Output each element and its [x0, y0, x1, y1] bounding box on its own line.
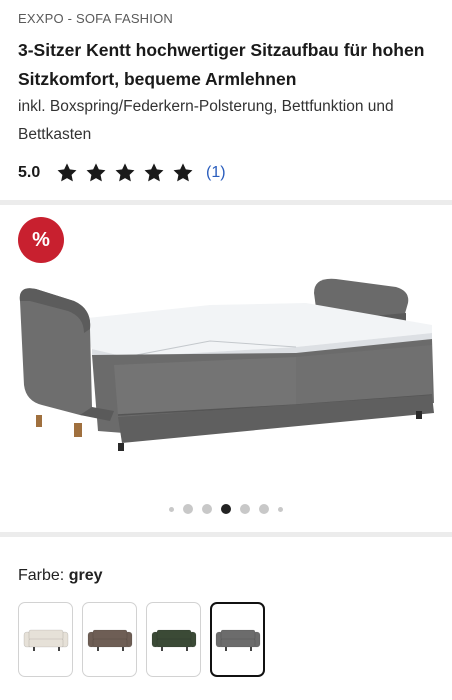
pagination-dot[interactable] [221, 504, 231, 514]
color-swatches [18, 602, 265, 677]
pagination-dot[interactable] [183, 504, 193, 514]
selected-color-value: grey [68, 567, 103, 584]
rating-stars [56, 162, 194, 184]
star-icon [144, 163, 164, 182]
brand-name[interactable]: EXXPO - SOFA FASHION [18, 11, 173, 26]
pagination-dot[interactable] [278, 506, 283, 512]
star-icon [173, 163, 193, 182]
product-title: 3-Sitzer Kentt hochwertiger Sitzaufbau f… [18, 40, 425, 89]
pagination-dot[interactable] [169, 506, 174, 512]
star-icon [57, 163, 77, 182]
color-swatch-green[interactable] [146, 602, 201, 677]
rating-row[interactable]: 5.0 (1) [18, 160, 226, 186]
star-icon [86, 163, 106, 182]
color-swatch-cream[interactable] [18, 602, 73, 677]
sofa-thumbnail-icon [215, 629, 260, 651]
sofa-thumbnail-icon [87, 629, 132, 651]
pagination-dot[interactable] [259, 504, 269, 514]
image-gallery[interactable]: % [0, 205, 452, 530]
pagination-dot[interactable] [240, 504, 250, 514]
sofa-bed-image[interactable] [14, 265, 438, 455]
section-divider [0, 532, 452, 537]
sofa-thumbnail-icon [151, 629, 196, 651]
sofa-thumbnail-icon [23, 629, 68, 651]
product-subtitle: inkl. Boxspring/Federkern-Polsterung, Be… [18, 98, 394, 143]
sale-badge: % [18, 217, 64, 263]
rating-value: 5.0 [18, 164, 41, 181]
color-label-text: Farbe: [18, 567, 65, 584]
color-label: Farbe: grey [18, 567, 103, 585]
pagination-dot[interactable] [202, 504, 212, 514]
star-icon [115, 163, 135, 182]
review-count-link[interactable]: (1) [206, 164, 226, 182]
gallery-pagination[interactable] [0, 503, 452, 515]
color-swatch-brown[interactable] [82, 602, 137, 677]
color-swatch-grey[interactable] [210, 602, 265, 677]
